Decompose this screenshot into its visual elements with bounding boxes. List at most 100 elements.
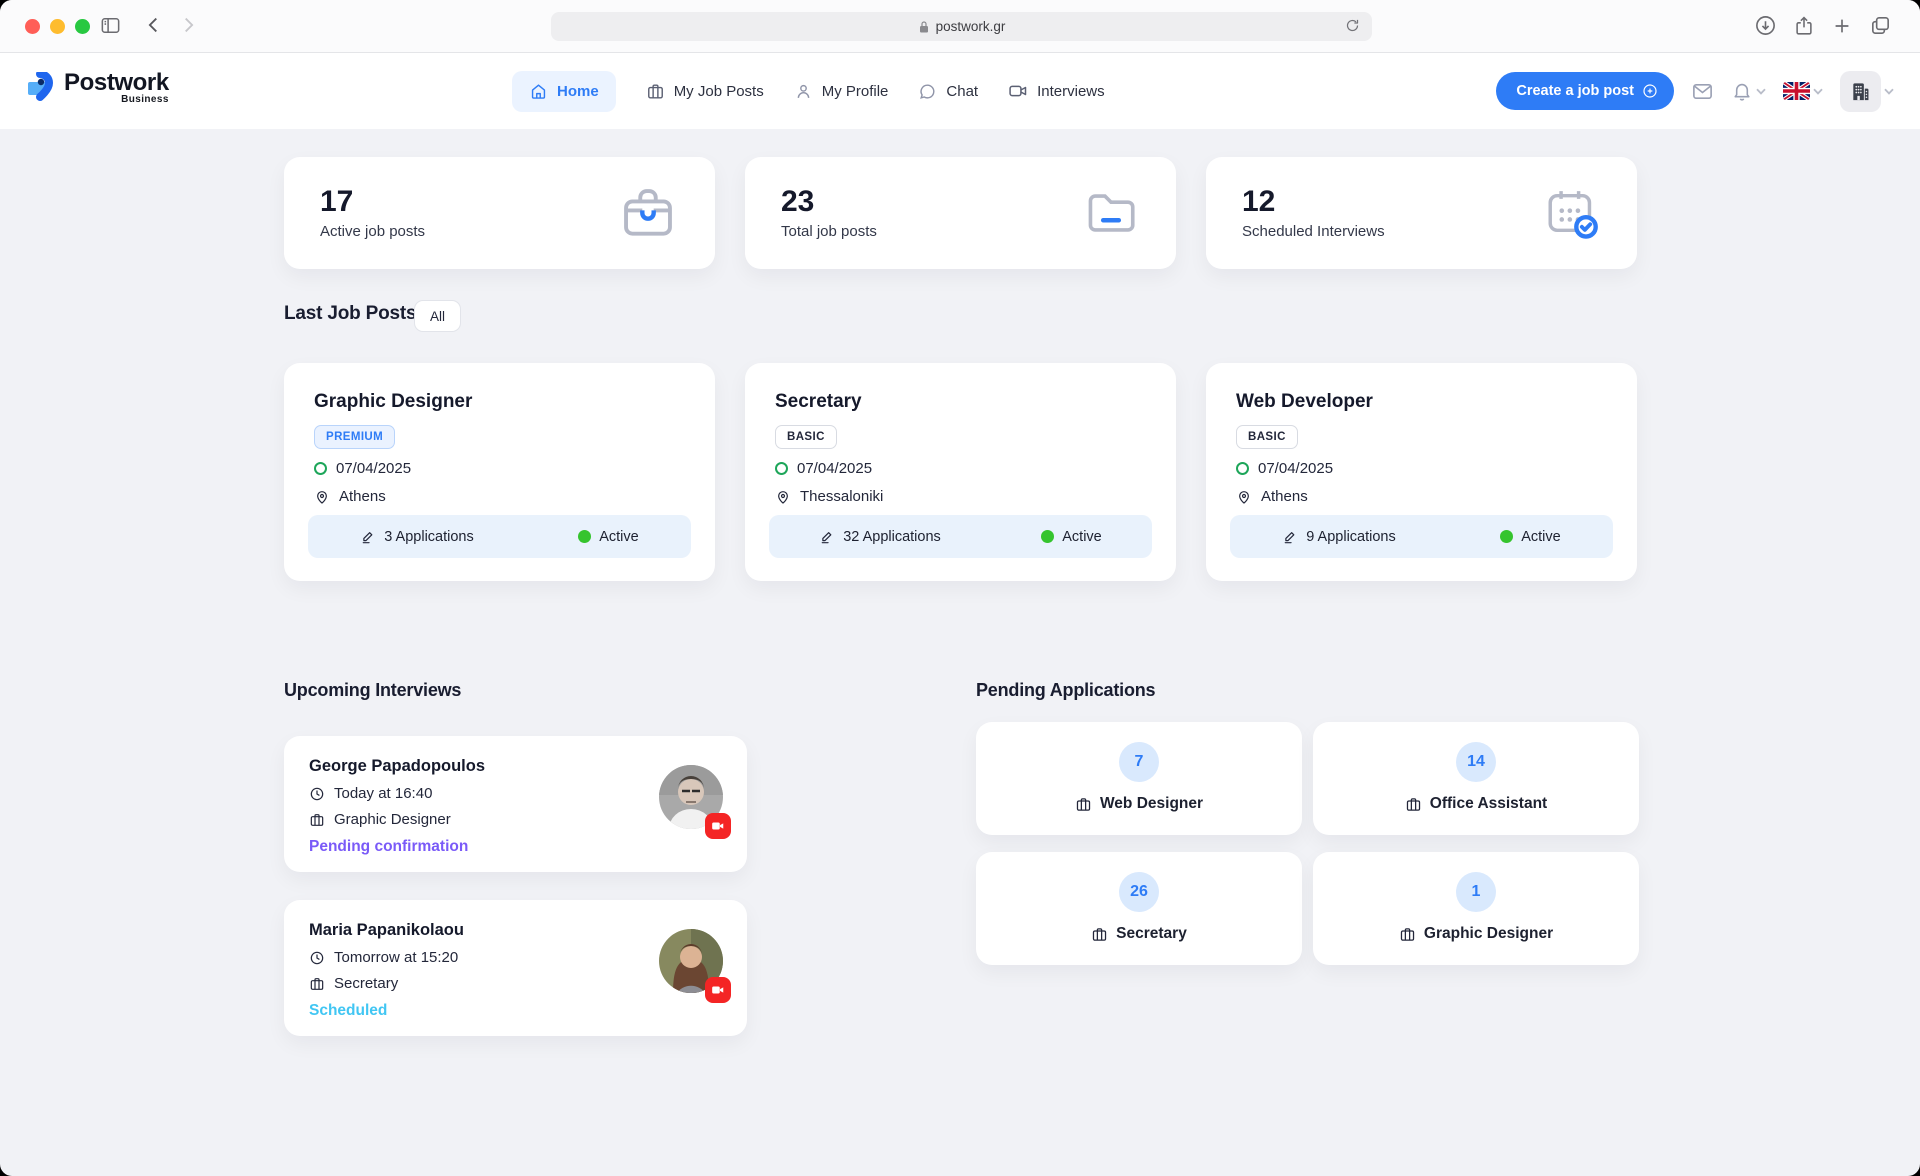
create-job-post-label: Create a job post bbox=[1516, 83, 1634, 99]
applications-count[interactable]: 9 Applications bbox=[1282, 529, 1395, 545]
active-dot-icon bbox=[578, 530, 591, 543]
stat-card-total-job-posts: 23 Total job posts bbox=[745, 157, 1176, 269]
pending-application-card[interactable]: 1 Graphic Designer bbox=[1313, 852, 1639, 965]
brand-tagline: Business bbox=[121, 94, 169, 105]
chat-icon bbox=[918, 82, 937, 101]
clock-icon bbox=[309, 786, 325, 802]
clock-icon bbox=[309, 950, 325, 966]
pending-application-card[interactable]: 26 Secretary bbox=[976, 852, 1302, 965]
job-status: Active bbox=[578, 529, 639, 545]
sidebar-toggle-icon[interactable] bbox=[99, 14, 122, 37]
stat-label: Scheduled Interviews bbox=[1242, 223, 1385, 240]
interview-card[interactable]: George Papadopoulos Today at 16:40 Graph… bbox=[284, 736, 747, 872]
job-status: Active bbox=[1041, 529, 1102, 545]
nav-item-my-job-posts[interactable]: My Job Posts bbox=[646, 82, 764, 101]
job-date: 07/04/2025 bbox=[1258, 460, 1333, 477]
job-card-footer: 3 Applications Active bbox=[308, 515, 691, 558]
pending-role-label: Office Assistant bbox=[1430, 795, 1547, 813]
location-pin-icon bbox=[314, 489, 330, 505]
tab-overview-icon[interactable] bbox=[1869, 14, 1892, 37]
briefcase-icon bbox=[1399, 926, 1416, 943]
share-icon[interactable] bbox=[1793, 15, 1815, 37]
job-card[interactable]: Web Developer BASIC 07/04/2025 Athens 9 … bbox=[1206, 363, 1637, 581]
address-bar[interactable]: postwork.gr bbox=[551, 12, 1372, 41]
pending-applications-title: Pending Applications bbox=[976, 680, 1155, 701]
nav-item-interviews[interactable]: Interviews bbox=[1008, 81, 1105, 101]
job-location: Athens bbox=[1261, 488, 1308, 505]
brand-logo[interactable]: Postwork Business bbox=[28, 66, 169, 108]
messages-icon[interactable] bbox=[1691, 80, 1714, 103]
stat-label: Total job posts bbox=[781, 223, 877, 240]
filter-all-button[interactable]: All bbox=[414, 300, 461, 332]
pending-count-badge: 1 bbox=[1456, 872, 1496, 912]
video-icon bbox=[1008, 81, 1028, 101]
nav-item-my-profile[interactable]: My Profile bbox=[794, 82, 889, 101]
briefcase-icon bbox=[646, 82, 665, 101]
pending-role-label: Web Designer bbox=[1100, 795, 1203, 813]
status-label: Active bbox=[599, 529, 639, 545]
chevron-down-icon bbox=[1813, 88, 1823, 95]
interview-status: Scheduled bbox=[309, 1002, 747, 1020]
pending-application-card[interactable]: 7 Web Designer bbox=[976, 722, 1302, 835]
new-tab-icon[interactable] bbox=[1831, 15, 1853, 37]
briefcase-icon bbox=[309, 812, 325, 828]
pending-role-label: Graphic Designer bbox=[1424, 925, 1553, 943]
active-dot-icon bbox=[1500, 530, 1513, 543]
close-window-button[interactable] bbox=[25, 19, 40, 34]
nav-item-chat[interactable]: Chat bbox=[918, 82, 978, 101]
downloads-icon[interactable] bbox=[1754, 14, 1777, 37]
status-circle-icon bbox=[1236, 462, 1249, 475]
person-icon bbox=[794, 82, 813, 101]
minimize-window-button[interactable] bbox=[50, 19, 65, 34]
browser-toolbar: postwork.gr bbox=[0, 0, 1920, 53]
job-card[interactable]: Graphic Designer PREMIUM 07/04/2025 Athe… bbox=[284, 363, 715, 581]
uk-flag-icon bbox=[1783, 82, 1810, 100]
account-menu[interactable] bbox=[1840, 71, 1894, 112]
video-call-badge-icon[interactable] bbox=[705, 977, 731, 1003]
job-location: Thessaloniki bbox=[800, 488, 883, 505]
interview-status: Pending confirmation bbox=[309, 838, 747, 856]
postwork-logo-icon bbox=[28, 72, 60, 108]
video-call-badge-icon[interactable] bbox=[705, 813, 731, 839]
job-location: Athens bbox=[339, 488, 386, 505]
reload-icon[interactable] bbox=[1345, 18, 1360, 33]
toolbar-actions bbox=[1754, 14, 1892, 37]
create-job-post-button[interactable]: Create a job post bbox=[1496, 72, 1674, 110]
applications-count[interactable]: 32 Applications bbox=[819, 529, 941, 545]
stat-value: 23 bbox=[781, 186, 877, 218]
stat-label: Active job posts bbox=[320, 223, 425, 240]
nav-label: Chat bbox=[946, 83, 978, 100]
pending-application-card[interactable]: 14 Office Assistant bbox=[1313, 722, 1639, 835]
stat-card-scheduled-interviews: 12 Scheduled Interviews bbox=[1206, 157, 1637, 269]
plan-badge: PREMIUM bbox=[314, 425, 395, 449]
url-text: postwork.gr bbox=[936, 19, 1006, 34]
edit-pen-icon bbox=[360, 529, 376, 545]
chevron-down-icon bbox=[1884, 88, 1894, 95]
applications-label: 3 Applications bbox=[384, 529, 473, 545]
briefcase-icon bbox=[309, 976, 325, 992]
interview-card[interactable]: Maria Papanikolaou Tomorrow at 15:20 Sec… bbox=[284, 900, 747, 1036]
location-pin-icon bbox=[1236, 489, 1252, 505]
applications-count[interactable]: 3 Applications bbox=[360, 529, 473, 545]
home-icon bbox=[529, 82, 548, 101]
job-card[interactable]: Secretary BASIC 07/04/2025 Thessaloniki … bbox=[745, 363, 1176, 581]
language-menu[interactable] bbox=[1783, 82, 1823, 100]
job-card-footer: 32 Applications Active bbox=[769, 515, 1152, 558]
job-status: Active bbox=[1500, 529, 1561, 545]
notifications-menu[interactable] bbox=[1731, 80, 1766, 102]
job-date: 07/04/2025 bbox=[336, 460, 411, 477]
back-icon[interactable] bbox=[143, 14, 165, 36]
upcoming-interviews-title: Upcoming Interviews bbox=[284, 680, 461, 701]
active-dot-icon bbox=[1041, 530, 1054, 543]
zoom-window-button[interactable] bbox=[75, 19, 90, 34]
pending-count-badge: 7 bbox=[1119, 742, 1159, 782]
interview-role: Graphic Designer bbox=[334, 811, 451, 828]
briefcase-icon bbox=[1405, 796, 1422, 813]
company-building-icon bbox=[1840, 71, 1881, 112]
job-title: Web Developer bbox=[1236, 391, 1637, 413]
plus-circle-icon bbox=[1642, 83, 1658, 99]
nav-item-home[interactable]: Home bbox=[512, 71, 616, 112]
stat-card-active-job-posts: 17 Active job posts bbox=[284, 157, 715, 269]
status-circle-icon bbox=[314, 462, 327, 475]
forward-icon[interactable] bbox=[177, 14, 199, 36]
